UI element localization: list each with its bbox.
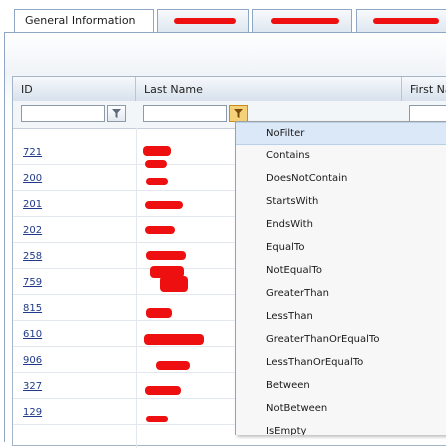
redaction-mark xyxy=(145,226,175,234)
menu-item-label: Between xyxy=(266,380,310,391)
filter-icon xyxy=(112,109,121,118)
redaction-mark xyxy=(146,416,168,422)
filter-icon xyxy=(234,109,243,118)
filter-option-lessthan[interactable]: LessThan xyxy=(236,306,446,329)
id-link[interactable]: 200 xyxy=(23,173,42,184)
id-link[interactable]: 759 xyxy=(23,277,42,288)
redaction-mark xyxy=(145,160,167,168)
menu-item-label: GreaterThan xyxy=(266,288,330,299)
redaction-mark xyxy=(160,276,188,292)
filter-dropdown-menu: NoFilter Contains DoesNotContain StartsW… xyxy=(235,121,446,435)
redaction-mark xyxy=(145,201,183,209)
tab-redacted-1[interactable] xyxy=(157,9,249,33)
menu-item-label: LessThan xyxy=(266,311,313,322)
tab-general-information[interactable]: General Information xyxy=(14,9,154,33)
redaction-mark xyxy=(373,18,439,24)
tab-redacted-3[interactable] xyxy=(356,9,446,33)
redaction-mark xyxy=(156,361,190,370)
filter-option-notequalto[interactable]: NotEqualTo xyxy=(236,260,446,283)
menu-item-label: GreaterThanOrEqualTo xyxy=(266,334,380,345)
filter-option-between[interactable]: Between xyxy=(236,375,446,398)
id-link[interactable]: 202 xyxy=(23,225,42,236)
redaction-mark xyxy=(144,334,204,345)
tab-redacted-2[interactable] xyxy=(252,9,352,33)
menu-item-label: NoFilter xyxy=(266,128,305,139)
menu-item-label: EndsWith xyxy=(266,219,313,230)
redaction-mark xyxy=(146,308,172,318)
filter-option-lessthanorequalto[interactable]: LessThanOrEqualTo xyxy=(236,352,446,375)
redaction-mark xyxy=(145,386,181,395)
id-filter-input[interactable] xyxy=(21,105,105,122)
redaction-mark xyxy=(146,178,168,185)
filter-option-nofilter[interactable]: NoFilter xyxy=(236,122,446,145)
menu-item-label: EqualTo xyxy=(266,242,305,253)
redaction-mark xyxy=(271,18,339,24)
id-filter-button[interactable] xyxy=(107,105,126,122)
id-link[interactable]: 201 xyxy=(23,199,42,210)
redaction-mark xyxy=(146,251,186,260)
column-header-last-name[interactable]: Last Name xyxy=(136,77,402,101)
first-name-filter-input[interactable] xyxy=(409,105,446,122)
menu-item-label: NotBetween xyxy=(266,403,328,414)
menu-item-label: LessThanOrEqualTo xyxy=(266,357,364,368)
menu-item-label: StartsWith xyxy=(266,196,319,207)
id-link[interactable]: 906 xyxy=(23,355,42,366)
redaction-mark xyxy=(174,18,236,24)
column-header-first-name[interactable]: First Na xyxy=(402,77,446,101)
id-link[interactable]: 258 xyxy=(23,251,42,262)
column-header-label: First Na xyxy=(410,83,446,96)
filter-option-greaterthan[interactable]: GreaterThan xyxy=(236,283,446,306)
column-header-label: ID xyxy=(21,83,33,96)
last-name-filter-button[interactable] xyxy=(229,105,248,122)
redaction-mark xyxy=(143,146,171,156)
id-link[interactable]: 610 xyxy=(23,329,42,340)
id-link[interactable]: 815 xyxy=(23,303,42,314)
id-link[interactable]: 327 xyxy=(23,381,42,392)
filter-option-startswith[interactable]: StartsWith xyxy=(236,191,446,214)
filter-option-equalto[interactable]: EqualTo xyxy=(236,237,446,260)
filter-option-greaterthanorequalto[interactable]: GreaterThanOrEqualTo xyxy=(236,329,446,352)
grid-header: ID Last Name First Na xyxy=(13,77,446,102)
menu-item-label: NotEqualTo xyxy=(266,265,322,276)
tab-label: General Information xyxy=(25,14,136,27)
filter-option-isempty[interactable]: IsEmpty xyxy=(236,421,446,435)
filter-option-endswith[interactable]: EndsWith xyxy=(236,214,446,237)
last-name-filter-input[interactable] xyxy=(143,105,227,122)
id-link[interactable]: 129 xyxy=(23,407,42,418)
column-header-label: Last Name xyxy=(144,83,203,96)
menu-item-label: Contains xyxy=(266,150,310,161)
filter-option-notbetween[interactable]: NotBetween xyxy=(236,398,446,421)
filter-option-contains[interactable]: Contains xyxy=(236,145,446,168)
tab-strip: General Information xyxy=(0,0,446,33)
id-link[interactable]: 721 xyxy=(23,147,42,158)
filter-option-doesnotcontain[interactable]: DoesNotContain xyxy=(236,168,446,191)
column-header-id[interactable]: ID xyxy=(13,77,136,101)
menu-item-label: DoesNotContain xyxy=(266,173,348,184)
